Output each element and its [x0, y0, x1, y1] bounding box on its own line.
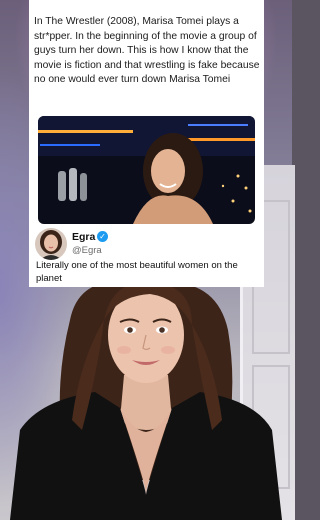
quoted-tweet: Egra ✓ @Egra Literally one of the most b…: [33, 228, 261, 286]
tweet-handle: @Egra: [72, 245, 102, 256]
tweet-text: Literally one of the most beautiful wome…: [36, 260, 238, 284]
presenter-photo: [10, 281, 282, 520]
tweet-display-name: Egra: [72, 231, 96, 243]
post-caption: In The Wrestler (2008), Marisa Tomei pla…: [34, 16, 260, 86]
avatar: [35, 228, 67, 260]
post-card: In The Wrestler (2008), Marisa Tomei pla…: [29, 0, 264, 287]
verified-badge-icon: ✓: [97, 231, 108, 242]
movie-still-image: [38, 116, 255, 224]
